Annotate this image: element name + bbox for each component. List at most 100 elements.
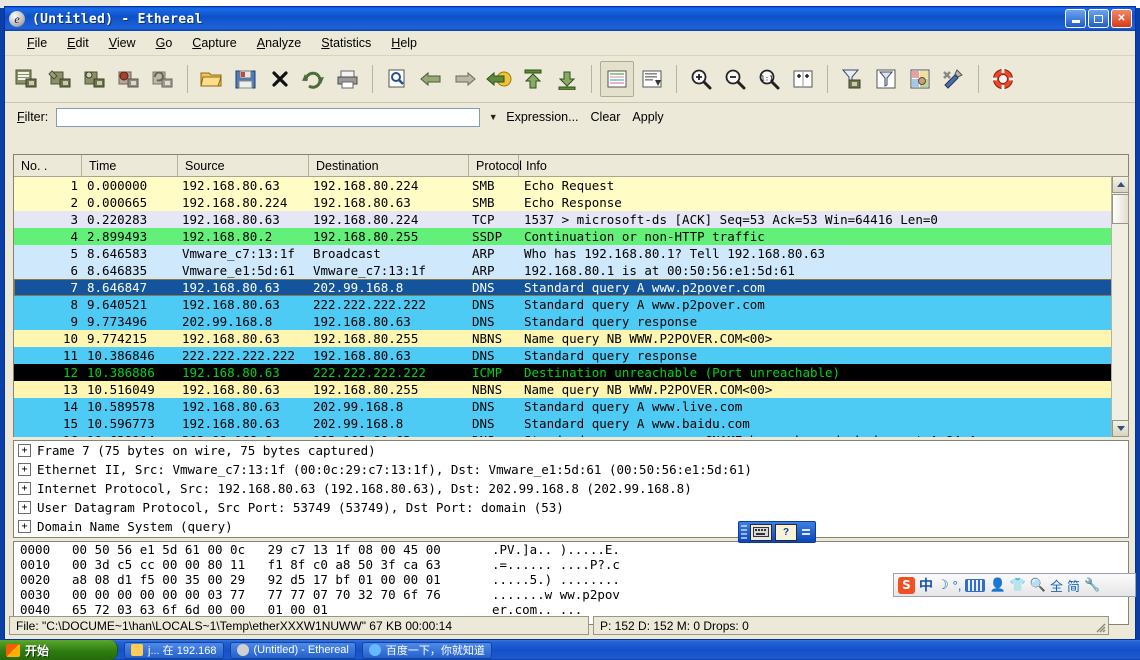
auto-scroll-icon[interactable] [636,62,668,96]
keyboard-icon[interactable] [750,523,772,541]
resize-columns-icon[interactable] [787,62,819,96]
restart-capture-icon[interactable] [147,62,179,96]
arrow-up-icon[interactable] [1112,176,1129,193]
packet-row-14[interactable]: 14 10.589578 192.168.80.63 202.99.168.8 DNS S… [14,398,1128,415]
stop-capture-icon[interactable] [113,62,145,96]
packet-row-12[interactable]: 12 10.386886 192.168.80.63 222.222.222.222 I… [14,364,1128,381]
go-to-packet-icon[interactable] [483,62,515,96]
drag-handle[interactable] [741,525,747,539]
column-header-no[interactable]: No. . [14,155,82,176]
full-width-toggle[interactable]: 全 [1050,576,1063,595]
expand-plus-icon[interactable]: + [18,482,31,495]
zoom-reset-icon[interactable]: 1:1 [753,62,785,96]
menu-item-analyze[interactable]: Analyze [247,34,311,52]
zoom-in-icon[interactable] [685,62,717,96]
column-header-info[interactable]: Info [519,155,1128,176]
open-file-icon[interactable] [196,62,228,96]
start-button[interactable]: 开始 [0,640,118,660]
detail-line-3[interactable]: + User Datagram Protocol, Src Port: 53749… [14,498,1128,517]
reload-icon[interactable] [298,62,330,96]
taskbar-button-browser[interactable]: 百度一下，你就知道 [361,641,492,659]
packet-row-1[interactable]: 1 0.000000 192.168.80.63 192.168.80.224 SMB E… [14,177,1128,194]
minimize-button[interactable] [1065,9,1086,28]
packet-row-13[interactable]: 13 10.516049 192.168.80.63 192.168.80.255 NB… [14,381,1128,398]
maximize-button[interactable] [1088,9,1109,28]
detail-line-0[interactable]: + Frame 7 (75 bytes on wire, 75 bytes cap… [14,441,1128,460]
packet-row-16[interactable]: 1610.638904202.99.168.8192.168.80.63DNSS… [14,432,1128,437]
packet-row-3[interactable]: 3 0.220283 192.168.80.63 192.168.80.224 TCP 1… [14,211,1128,228]
list-interfaces-icon[interactable] [11,62,43,96]
packet-row-2[interactable]: 2 0.000665 192.168.80.224 192.168.80.63 SMB E… [14,194,1128,211]
expand-plus-icon[interactable]: + [18,520,31,533]
expand-plus-icon[interactable]: + [18,463,31,476]
column-header-destination[interactable]: Destination [309,155,469,176]
expression-button[interactable]: Expression... [506,110,578,124]
display-filters-icon[interactable] [870,62,902,96]
minimize-icon[interactable] [802,529,810,531]
help-question-icon[interactable]: ? [775,523,797,541]
close-file-icon[interactable] [264,62,296,96]
taskbar-button-explorer[interactable]: j... 在 192.168 [124,641,224,659]
print-icon[interactable] [332,62,364,96]
menu-item-edit[interactable]: Edit [57,34,99,52]
wrench-icon[interactable]: 🔧 [1084,577,1100,593]
detail-line-1[interactable]: + Ethernet II, Src: Vmware_c7:13:1f (00:0… [14,460,1128,479]
hex-line-1[interactable]: 0010 00 3d c5 cc 00 00 80 11 f1 8f c0 a8 … [14,557,1128,572]
arrow-down-icon[interactable] [1112,420,1129,437]
shirt-icon[interactable]: 👕 [1010,577,1026,593]
preferences-icon[interactable] [938,62,970,96]
packet-list-scrollbar[interactable] [1111,176,1129,437]
go-back-icon[interactable] [415,62,447,96]
packet-row-6[interactable]: 6 8.646835 Vmware_e1:5d:61 Vmware_c7:13:1f A… [14,262,1128,279]
apply-button[interactable]: Apply [632,110,663,124]
capture-filters-icon[interactable] [836,62,868,96]
column-header-time[interactable]: Time [82,155,178,176]
hex-line-4[interactable]: 0040 65 72 03 63 6f 6d 00 00 01 00 01 er.c… [14,602,1128,617]
menu-item-go[interactable]: Go [146,34,183,52]
scroll-thumb[interactable] [1112,194,1129,224]
title-bar[interactable]: e (Untitled) - Ethereal ✕ [5,7,1135,31]
simplified-toggle[interactable]: 简 [1067,576,1080,595]
colorize-icon[interactable] [600,61,634,97]
expand-plus-icon[interactable]: + [18,444,31,457]
menu-item-help[interactable]: Help [381,34,427,52]
go-forward-icon[interactable] [449,62,481,96]
menu-item-capture[interactable]: Capture [182,34,246,52]
column-header-protocol[interactable]: Protocol [469,155,522,176]
resize-grip[interactable] [1094,621,1106,633]
hex-line-0[interactable]: 0000 00 50 56 e1 5d 61 00 0c 29 c7 13 1f … [14,542,1128,557]
close-button[interactable]: ✕ [1111,9,1132,28]
go-first-packet-icon[interactable] [517,62,549,96]
start-capture-icon[interactable] [79,62,111,96]
ime-mini-bar[interactable]: ? [738,521,816,543]
moon-icon[interactable]: ☽ [937,577,949,593]
ime-mode-toggle[interactable]: 中 [919,575,933,595]
detail-line-2[interactable]: + Internet Protocol, Src: 192.168.80.63 (… [14,479,1128,498]
filter-input[interactable] [56,107,481,127]
search-icon[interactable]: 🔍 [1030,577,1046,593]
column-header-source[interactable]: Source [178,155,309,176]
menu-item-file[interactable]: File [17,34,57,52]
find-packet-icon[interactable] [381,62,413,96]
packet-row-9[interactable]: 9 9.773496 202.99.168.8 192.168.80.63 DNS Sta… [14,313,1128,330]
user-icon[interactable]: 👤 [989,577,1005,593]
packet-row-11[interactable]: 11 10.386846 222.222.222.222 192.168.80.63 D… [14,347,1128,364]
sogou-logo-icon[interactable]: S [898,576,915,594]
packet-row-10[interactable]: 10 9.774215 192.168.80.63 192.168.80.255 NBN… [14,330,1128,347]
menu-item-view[interactable]: View [99,34,146,52]
detail-line-4[interactable]: + Domain Name System (query) [14,517,1128,536]
capture-options-icon[interactable] [45,62,77,96]
taskbar-button-ethereal[interactable]: (Untitled) - Ethereal [229,641,356,659]
keyboard-icon[interactable] [965,578,986,592]
help-icon[interactable] [987,62,1019,96]
zoom-out-icon[interactable] [719,62,751,96]
packet-row-15[interactable]: 15 10.596773 192.168.80.63 202.99.168.8 DNS S… [14,415,1128,432]
packet-row-5[interactable]: 5 8.646583 Vmware_c7:13:1f Broadcast ARP Who … [14,245,1128,262]
clear-button[interactable]: Clear [591,110,621,124]
packet-detail-pane[interactable]: + Frame 7 (75 bytes on wire, 75 bytes cap… [13,440,1129,538]
punctuation-toggle[interactable]: °, [953,578,962,593]
packet-row-4[interactable]: 4 2.899493 192.168.80.2 192.168.80.255 SSDP C… [14,228,1128,245]
expand-plus-icon[interactable]: + [18,501,31,514]
go-last-packet-icon[interactable] [551,62,583,96]
chevron-down-icon[interactable] [802,533,810,535]
